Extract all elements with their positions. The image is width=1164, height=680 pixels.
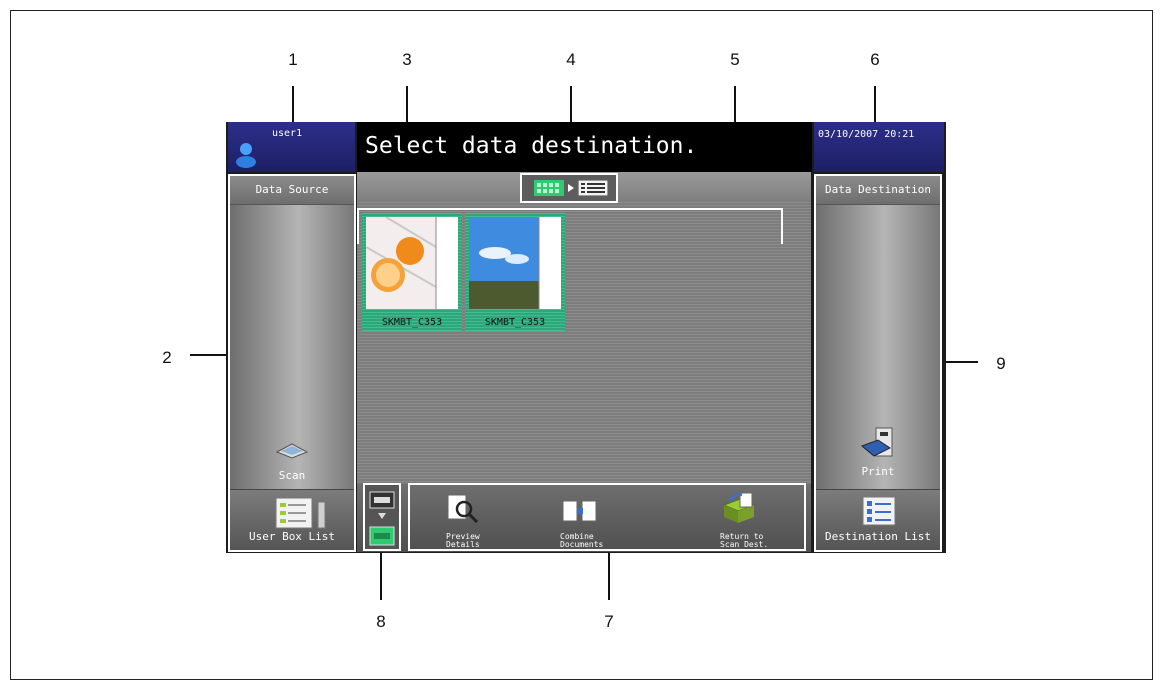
data-destination-title: Data Destination xyxy=(816,176,940,205)
orange-photo-icon xyxy=(366,217,458,309)
return-icon xyxy=(722,492,756,523)
user-name: user1 xyxy=(272,128,303,139)
data-source-title: Data Source xyxy=(230,176,354,205)
print-label: Print xyxy=(861,465,895,478)
combine-documents-button[interactable]: Combine Documents xyxy=(556,491,646,549)
user-area[interactable]: user1 xyxy=(228,122,355,172)
callout-5: 5 xyxy=(730,50,740,69)
user-box-list-label: User Box List xyxy=(248,530,336,543)
document-thumbnail[interactable]: SKMBT_C353 xyxy=(465,213,565,331)
preview-details-button[interactable]: Preview Details xyxy=(442,491,512,549)
callout-line-7 xyxy=(608,550,610,600)
thumbnail-view-icon xyxy=(534,180,564,196)
combine-documents-label: Combine Documents xyxy=(560,532,604,549)
panel-switch-button[interactable] xyxy=(363,483,401,551)
callout-1: 1 xyxy=(288,50,298,69)
callout-line-6 xyxy=(874,86,876,126)
user-box-list-icon xyxy=(275,497,326,529)
datetime-text: 03/10/2007 20:21 xyxy=(818,129,915,140)
datetime-area: 03/10/2007 20:21 xyxy=(814,122,944,172)
destination-list-label: Destination List xyxy=(825,530,931,543)
combine-icon xyxy=(562,500,597,522)
callout-line-1 xyxy=(292,86,294,126)
user-icon xyxy=(236,143,256,168)
callout-7: 7 xyxy=(604,612,614,631)
message-text: Select data destination. xyxy=(365,133,698,159)
thumbnail-name: SKMBT_C353 xyxy=(484,317,546,328)
scanner-icon xyxy=(275,443,309,459)
callout-line-8 xyxy=(380,550,382,600)
user-box-list-button[interactable]: User Box List xyxy=(230,489,354,550)
action-toolbar: Preview Details Combine Documents Return… xyxy=(408,483,806,551)
list-view-icon xyxy=(578,180,608,196)
message-area: Select data destination. xyxy=(357,122,812,172)
callout-line-9 xyxy=(944,361,978,363)
return-to-scan-dest-label: Return to Scan Dest. xyxy=(720,532,769,549)
data-source-panel: Data Source Scan User Box List xyxy=(228,174,356,552)
callout-3: 3 xyxy=(402,50,412,69)
arrow-right-icon xyxy=(568,184,574,192)
thumbnail-name: SKMBT_C353 xyxy=(381,317,443,328)
panel-switch-icon xyxy=(369,491,395,546)
callout-9: 9 xyxy=(996,354,1006,373)
printer-icon xyxy=(861,427,893,457)
data-destination-panel: Data Destination Print Destination List xyxy=(814,174,942,552)
print-button[interactable]: Print xyxy=(816,426,940,486)
callout-line-2 xyxy=(190,354,230,356)
view-toggle[interactable] xyxy=(520,173,618,203)
magnifier-icon xyxy=(447,494,479,523)
sky-photo-icon xyxy=(469,217,561,309)
preview-details-label: Preview Details xyxy=(446,532,480,549)
callout-6: 6 xyxy=(870,50,880,69)
callout-8: 8 xyxy=(376,612,386,631)
return-to-scan-dest-button[interactable]: Return to Scan Dest. xyxy=(718,491,802,549)
destination-list-button[interactable]: Destination List xyxy=(816,489,940,550)
document-thumbnail[interactable]: SKMBT_C353 xyxy=(362,213,462,331)
destination-list-icon xyxy=(862,496,896,526)
scan-label: Scan xyxy=(278,469,306,482)
scan-button[interactable]: Scan xyxy=(230,440,354,488)
callout-2: 2 xyxy=(162,348,172,367)
callout-4: 4 xyxy=(566,50,576,69)
